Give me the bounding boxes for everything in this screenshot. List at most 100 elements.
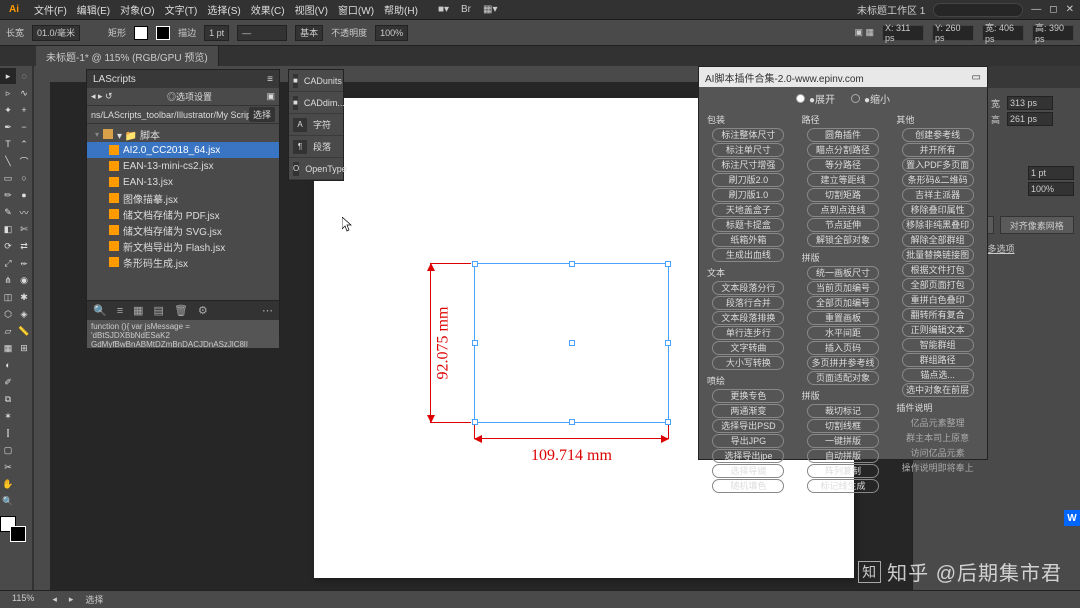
live-paint-icon[interactable]: ◈ (16, 306, 32, 322)
plugin-action-button[interactable]: 单行连步行 (712, 326, 784, 340)
plugin-action-button[interactable]: 自动拼版 (807, 449, 879, 463)
document-tab[interactable]: 未标题-1* @ 115% (RGB/GPU 预览) (36, 46, 219, 66)
bridge-icon[interactable]: Br (461, 4, 471, 15)
stroke-weight[interactable]: 1 pt (204, 25, 229, 41)
menu-edit[interactable]: 编辑(E) (77, 2, 110, 17)
book-icon[interactable]: ▤ (154, 304, 164, 317)
menu-object[interactable]: 对象(O) (120, 2, 154, 17)
tree-file[interactable]: EAN-13.jsx (87, 174, 279, 190)
plugin-action-button[interactable]: 移除非纯黑叠印 (902, 218, 974, 232)
menu-help[interactable]: 帮助(H) (384, 2, 418, 17)
prop-opacity[interactable]: 100% (1028, 182, 1074, 196)
ctrl-x[interactable]: X: 311 ps (882, 25, 924, 41)
plugin-action-button[interactable]: 统一画板尺寸 (807, 266, 879, 280)
tree-folder[interactable]: ▾▾ 📁 脚本 (87, 126, 279, 142)
plugin-action-button[interactable]: 标题卡提盒 (712, 218, 784, 232)
plugin-action-button[interactable]: 导出JPG (712, 434, 784, 448)
plugin-action-button[interactable]: 选择导键 (712, 464, 784, 478)
tree-file[interactable]: 条形码生成.jsx (87, 254, 279, 270)
pen-tool-icon[interactable]: ✒ (0, 119, 16, 135)
plugin-action-button[interactable]: 刷刀版2.0 (712, 173, 784, 187)
scripts-action-icon[interactable]: ▣ (266, 91, 275, 102)
menu-file[interactable]: 文件(F) (34, 2, 67, 17)
blend-tool-icon[interactable]: ⧉ (0, 391, 16, 407)
plugin-action-button[interactable]: 生成出血线 (712, 248, 784, 262)
stroke-style[interactable]: — (237, 25, 287, 41)
plugin-action-button[interactable]: 刷刀版1.0 (712, 188, 784, 202)
brush-tool-icon[interactable]: ✏ (0, 187, 16, 203)
plugin-action-button[interactable]: 水平间距 (807, 326, 879, 340)
prop-w[interactable]: 313 ps (1007, 96, 1053, 110)
plugin-action-button[interactable]: 圆角插件 (807, 128, 879, 142)
hand-tool-icon[interactable]: ✋ (0, 476, 16, 492)
plugin-action-button[interactable]: 群组路径 (902, 353, 974, 367)
type-tool-icon[interactable]: T (0, 136, 16, 152)
trash-icon[interactable]: 🗑 (174, 304, 188, 317)
opacity-value[interactable]: 100% (375, 25, 408, 41)
plugin-action-button[interactable]: 重置画板 (807, 311, 879, 325)
search-input[interactable] (933, 3, 1023, 17)
plugin-action-button[interactable]: 批量替换链接图 (902, 248, 974, 262)
eraser-tool-icon[interactable]: ◧ (0, 221, 16, 237)
plugin-action-button[interactable]: 移除叠印属性 (902, 203, 974, 217)
pencil-tool-icon[interactable]: ✎ (0, 204, 16, 220)
plugin-action-button[interactable]: 瞄点分割路径 (807, 143, 879, 157)
scale-tool-icon[interactable]: ⤢ (0, 255, 16, 271)
plugin-action-button[interactable]: 选择导出jpe (712, 449, 784, 463)
plugin-action-button[interactable]: 多页拼并参考线 (807, 356, 879, 370)
graph-tool-icon[interactable]: ⫿ (0, 425, 16, 441)
plugin-action-button[interactable]: 创建参考线 (902, 128, 974, 142)
type-cadunits[interactable]: ■CADunits (289, 70, 343, 92)
width-tool-icon[interactable]: ⋔ (0, 272, 16, 288)
plugin-action-button[interactable]: 根据文件打包 (902, 263, 974, 277)
plugin-action-button[interactable]: 条形码&二维码 (902, 173, 974, 187)
selected-rectangle[interactable] (474, 263, 669, 423)
corner-value[interactable]: 01.0/毫米 (32, 25, 80, 41)
prefs-icon[interactable]: ■▾ (438, 4, 449, 15)
plugin-action-button[interactable]: 点到点连线 (807, 203, 879, 217)
curvature-tool-icon[interactable]: ∿ (16, 85, 32, 101)
plugin-action-button[interactable]: 标注尺寸增强 (712, 158, 784, 172)
plugin-action-button[interactable]: 切割线框 (807, 419, 879, 433)
type-character[interactable]: A字符 (289, 114, 343, 136)
selection-tool-icon[interactable]: ▸ (0, 68, 16, 84)
tree-file[interactable]: 图像描摹.jsx (87, 190, 279, 206)
plugin-action-button[interactable]: 智能群组 (902, 338, 974, 352)
plugin-action-button[interactable]: 解锁全部对象 (807, 233, 879, 247)
type-opentype[interactable]: OOpenType (289, 158, 343, 180)
arc-tool-icon[interactable]: ⌒ (16, 153, 32, 169)
scripts-sel-btn[interactable]: 选择 (249, 107, 275, 122)
plugin-action-button[interactable]: 段落行合并 (712, 296, 784, 310)
menu-select[interactable]: 选择(S) (207, 2, 240, 17)
perspective-icon[interactable]: ▱ (0, 323, 16, 339)
shear-tool-icon[interactable]: ⬰ (16, 255, 32, 271)
del-anchor-icon[interactable]: − (16, 119, 32, 135)
fill-swatch[interactable] (134, 26, 148, 40)
more-icon[interactable]: ⋯ (262, 304, 273, 317)
plugin-action-button[interactable]: 并开所有 (902, 143, 974, 157)
ruler-vertical[interactable] (34, 66, 50, 590)
prop-stroke[interactable]: 1 pt (1028, 166, 1074, 180)
plugin-close-icon[interactable]: ▭ (972, 72, 981, 83)
zoom-level[interactable]: 115% (6, 593, 40, 607)
plugin-action-button[interactable]: 全部页加编号 (807, 296, 879, 310)
reflect-tool-icon[interactable]: ⇄ (16, 238, 32, 254)
plugin-action-button[interactable]: 翻转所有复合 (902, 308, 974, 322)
measure-tool-icon[interactable]: 📏 (16, 323, 32, 339)
canvas-area[interactable]: 92.075 mm 109.714 mm LAScripts ≡ ◂ ▸ ↺ ◎… (34, 66, 912, 590)
plugin-action-button[interactable]: 节点延伸 (807, 218, 879, 232)
plugin-action-button[interactable]: 标记线生成 (807, 479, 879, 493)
plugin-action-button[interactable]: 随机填色 (712, 479, 784, 493)
direct-select-icon[interactable]: ▹ (0, 85, 16, 101)
grid-icon[interactable]: ▦ (133, 304, 143, 317)
ctrl-w[interactable]: 宽: 406 ps (982, 25, 1024, 41)
plugin-action-button[interactable]: 等分路径 (807, 158, 879, 172)
tab-collapse[interactable]: ●缩小 (851, 91, 890, 106)
plugin-action-button[interactable]: 选择导出PSD (712, 419, 784, 433)
scripts-nav-icons[interactable]: ◂ ▸ ↺ (91, 91, 113, 102)
add-anchor-icon[interactable]: + (16, 102, 32, 118)
tree-file[interactable]: 储文档存储为 SVG.jsx (87, 222, 279, 238)
menu-type[interactable]: 文字(T) (165, 2, 198, 17)
stroke-swatch[interactable] (156, 26, 170, 40)
scissors-icon[interactable]: ✄ (16, 221, 32, 237)
